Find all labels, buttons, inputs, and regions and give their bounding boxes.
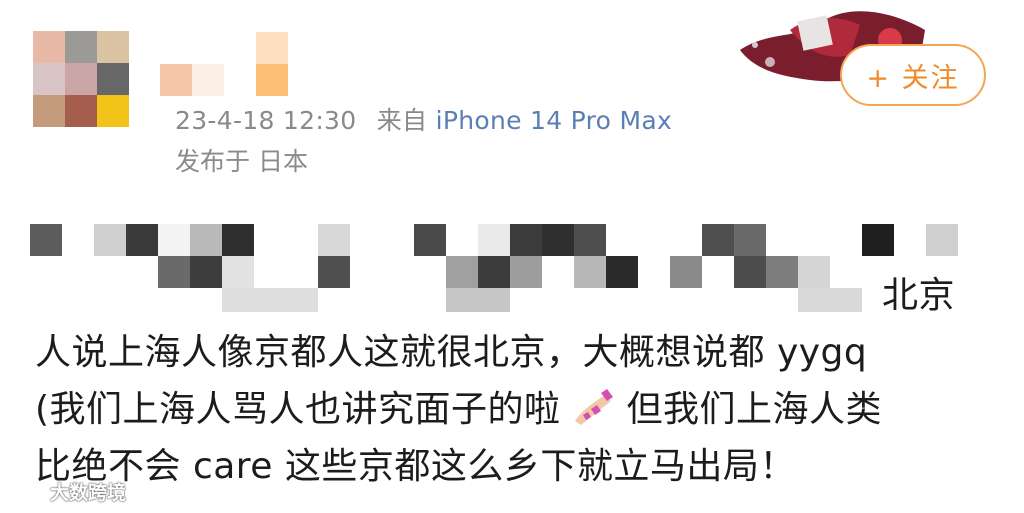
username-pixelated[interactable] bbox=[160, 32, 290, 98]
post-text-line-4: 比绝不会 care 这些京都这么乡下就立马出局！ bbox=[35, 446, 796, 487]
post-text-line-1: 北京 bbox=[882, 275, 956, 316]
post-text-line-3: (我们上海人骂人也讲究面子的啦 但我们上海人类 bbox=[35, 380, 882, 432]
watermark-text: 大数跨境 bbox=[50, 482, 127, 504]
post-text-line-3a: (我们上海人骂人也讲究面子的啦 bbox=[35, 389, 561, 430]
device-link[interactable]: iPhone 14 Pro Max bbox=[436, 106, 672, 135]
follow-button[interactable]: + 关注 bbox=[840, 44, 986, 106]
nail-polish-emoji-icon bbox=[574, 389, 613, 425]
post-text-line-3b: 但我们上海人类 bbox=[626, 389, 883, 430]
watermark: 大数跨境 bbox=[6, 478, 126, 505]
post-text-line-2: 人说上海人像京都人这就很北京，大概想说都 yygq bbox=[35, 332, 868, 373]
post-meta: 23-4-18 12:30 来自 iPhone 14 Pro Max bbox=[175, 101, 672, 137]
censored-text-mosaic bbox=[30, 218, 970, 314]
avatar-pixelated[interactable] bbox=[33, 31, 129, 127]
post-source-prefix: 来自 bbox=[376, 106, 428, 135]
post-location: 发布于 日本 bbox=[175, 147, 308, 176]
post-timestamp: 23-4-18 12:30 bbox=[175, 106, 357, 135]
weibo-logo-icon bbox=[8, 481, 41, 503]
